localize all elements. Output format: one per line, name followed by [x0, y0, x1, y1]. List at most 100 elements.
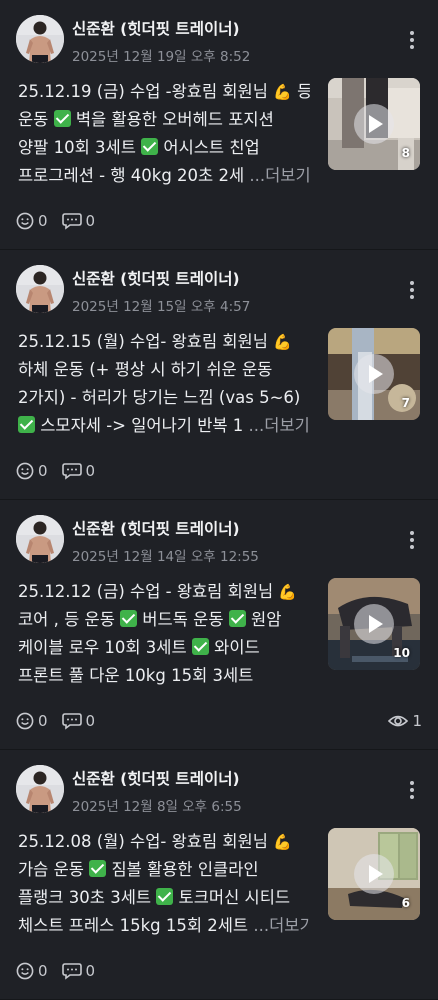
play-icon[interactable]	[354, 354, 394, 394]
flexed-biceps-icon: 💪	[273, 83, 292, 101]
reaction-button[interactable]: 0	[16, 212, 48, 230]
author-name[interactable]: 신준환 (힛더핏 트레이너)	[72, 767, 240, 789]
post-text-segment: 양팔 10회 3세트	[18, 138, 142, 157]
author-name[interactable]: 신준환 (힛더핏 트레이너)	[72, 17, 240, 39]
post-text-segment: 와이드	[208, 638, 260, 657]
reaction-button[interactable]: 0	[16, 712, 48, 730]
post-text-line: 프론트 풀 다운 10kg 15회 3세트	[18, 662, 310, 690]
post-card[interactable]: 신준환 (힛더핏 트레이너) 2025년 12월 8일 오후 6:55 25.12.…	[0, 750, 438, 1000]
flexed-biceps-icon: 💪	[273, 833, 292, 851]
author-avatar[interactable]	[16, 765, 64, 813]
post-text-line: 하체 운동 (+ 평상 시 하기 쉬운 운동	[18, 356, 310, 384]
post-text-segment: 체스트 프레스 15kg 15회 2세트	[18, 916, 254, 935]
video-thumbnail[interactable]: 7	[328, 328, 420, 420]
see-more-link[interactable]: ...더보기	[249, 416, 310, 435]
post-text-segment: 프론트 풀 다운 10kg 15회 3세트	[18, 666, 254, 685]
post-text-line: 프로그레션 - 행 40kg 20초 2세 ...더보기	[18, 162, 310, 190]
author-avatar[interactable]	[16, 265, 64, 313]
author-avatar[interactable]	[16, 15, 64, 63]
check-mark-icon	[228, 610, 246, 627]
post-text-line: 가슴 운동 짐볼 활용한 인클라인	[18, 856, 310, 884]
post-text-segment: 25.12.08 (월) 수업- 왕효림 회원님	[18, 832, 274, 851]
post-body[interactable]: 25.12.19 (금) 수업 -왕효림 회원님 💪 등 운동 벽을 활용한 오버…	[18, 78, 310, 190]
post-feed: 신준환 (힛더핏 트레이너) 2025년 12월 19일 오후 8:52 25.12…	[0, 0, 438, 1000]
comment-bubble-icon	[61, 713, 82, 730]
post-date: 2025년 12월 8일 오후 6:55	[72, 799, 242, 815]
post-text-segment: 벽을 활용한 오버헤드 포지션	[70, 110, 274, 129]
post-text-segment: 짐볼 활용한 인클라인	[106, 860, 259, 879]
post-text-segment: 스모자세 -> 일어나기 반복 1	[35, 416, 249, 435]
post-card[interactable]: 신준환 (힛더핏 트레이너) 2025년 12월 19일 오후 8:52 25.12…	[0, 0, 438, 250]
post-body[interactable]: 25.12.15 (월) 수업- 왕효림 회원님 💪 하체 운동 (+ 평상 시 …	[18, 328, 310, 440]
video-thumbnail[interactable]: 6	[328, 828, 420, 920]
comment-count: 0	[85, 462, 96, 480]
post-actions: 00	[16, 961, 109, 981]
comment-count: 0	[85, 712, 96, 730]
post-text-line: 코어 , 등 운동 버드독 운동 원암	[18, 606, 310, 634]
post-text-line: 25.12.08 (월) 수업- 왕효림 회원님 💪	[18, 828, 310, 856]
comment-bubble-icon	[61, 463, 82, 480]
smiley-icon	[16, 212, 34, 230]
reaction-count: 0	[38, 462, 48, 480]
comment-button[interactable]: 0	[61, 462, 96, 480]
author-avatar[interactable]	[16, 515, 64, 563]
play-icon[interactable]	[354, 104, 394, 144]
post-text-line: 25.12.15 (월) 수업- 왕효림 회원님 💪	[18, 328, 310, 356]
comment-count: 0	[85, 212, 96, 230]
post-date: 2025년 12월 19일 오후 8:52	[72, 49, 251, 65]
play-icon[interactable]	[354, 604, 394, 644]
check-mark-icon	[18, 416, 35, 433]
comment-button[interactable]: 0	[61, 962, 96, 980]
more-options-icon[interactable]	[402, 28, 422, 52]
post-text-line: 25.12.19 (금) 수업 -왕효림 회원님 💪 등	[18, 78, 310, 106]
media-count: 10	[393, 646, 410, 660]
more-options-icon[interactable]	[402, 528, 422, 552]
post-text-segment: 운동	[18, 110, 54, 129]
check-mark-icon	[156, 888, 174, 905]
media-count: 6	[401, 896, 410, 910]
video-thumbnail[interactable]: 8	[328, 78, 420, 170]
post-text-segment: 토크머신 시티드	[173, 888, 291, 907]
view-count: 1	[412, 712, 422, 730]
view-counter: 1	[388, 711, 422, 731]
post-text-segment: 25.12.12 (금) 수업 - 왕효림 회원님	[18, 582, 279, 601]
video-thumbnail[interactable]: 10	[328, 578, 420, 670]
play-icon[interactable]	[354, 854, 394, 894]
post-text-segment: 25.12.19 (금) 수업 -왕효림 회원님	[18, 82, 274, 101]
reaction-count: 0	[38, 212, 48, 230]
post-body[interactable]: 25.12.08 (월) 수업- 왕효림 회원님 💪 가슴 운동 짐볼 활용한 인…	[18, 828, 310, 940]
post-text-line: 스모자세 -> 일어나기 반복 1 ...더보기	[18, 412, 310, 440]
flexed-biceps-icon: 💪	[278, 583, 298, 601]
check-mark-icon	[141, 138, 159, 155]
post-card[interactable]: 신준환 (힛더핏 트레이너) 2025년 12월 15일 오후 4:57 25.12…	[0, 250, 438, 500]
post-text-segment: 원암	[245, 610, 282, 629]
comment-button[interactable]: 0	[61, 712, 96, 730]
post-body[interactable]: 25.12.12 (금) 수업 - 왕효림 회원님 💪 코어 , 등 운동 버드독…	[18, 578, 310, 690]
author-name[interactable]: 신준환 (힛더핏 트레이너)	[72, 267, 240, 289]
eye-icon	[388, 715, 409, 727]
reaction-button[interactable]: 0	[16, 962, 48, 980]
post-text-segment: 코어 , 등 운동	[18, 610, 121, 629]
media-count: 7	[401, 396, 410, 410]
smiley-icon	[16, 962, 34, 980]
smiley-icon	[16, 712, 34, 730]
check-mark-icon	[191, 638, 209, 655]
comment-button[interactable]: 0	[61, 212, 96, 230]
comment-count: 0	[85, 962, 96, 980]
post-text-line: 운동 벽을 활용한 오버헤드 포지션	[18, 106, 310, 134]
post-actions: 00	[16, 711, 109, 731]
reaction-button[interactable]: 0	[16, 462, 48, 480]
author-name[interactable]: 신준환 (힛더핏 트레이너)	[72, 517, 240, 539]
more-options-icon[interactable]	[402, 778, 422, 802]
post-text-line: 케이블 로우 10회 3세트 와이드	[18, 634, 310, 662]
post-text-line: 체스트 프레스 15kg 15회 2세트 ...더보기	[18, 912, 310, 940]
post-text-segment: 하체 운동 (+ 평상 시 하기 쉬운 운동	[18, 360, 273, 379]
post-card[interactable]: 신준환 (힛더핏 트레이너) 2025년 12월 14일 오후 12:55 25.1…	[0, 500, 438, 750]
post-text-line: 25.12.12 (금) 수업 - 왕효림 회원님 💪	[18, 578, 310, 606]
post-text-line: 2가지) - 허리가 당기는 느낌 (vas 5~6)	[18, 384, 310, 412]
reaction-count: 0	[38, 712, 48, 730]
post-text-line: 플랭크 30초 3세트 토크머신 시티드	[18, 884, 310, 912]
more-options-icon[interactable]	[402, 278, 422, 302]
see-more-link[interactable]: ...더보기	[253, 916, 310, 935]
see-more-link[interactable]: ...더보기	[249, 166, 310, 185]
